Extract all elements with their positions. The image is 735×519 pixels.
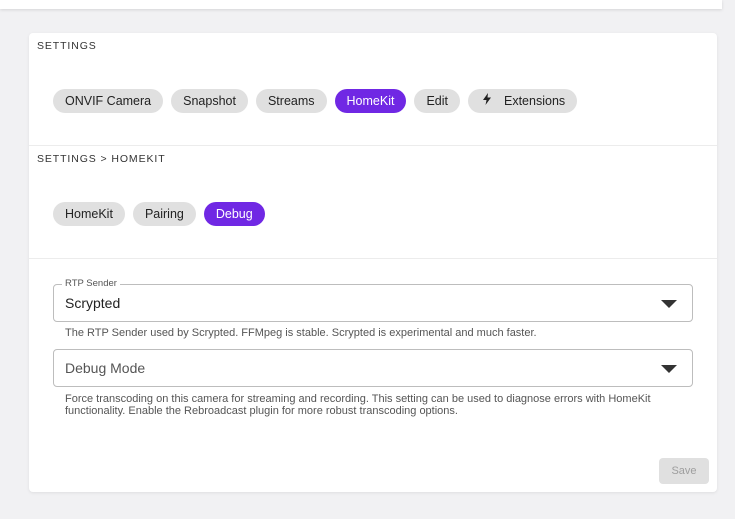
settings-card: SETTINGS ONVIF Camera Snapshot Streams H… [29,33,717,492]
top-app-bar [0,0,722,9]
tab-label: Snapshot [183,94,236,108]
tab-label: Edit [426,94,448,108]
rtp-sender-value: Scrypted [65,295,121,311]
rtp-sender-label: RTP Sender [62,278,120,289]
tab-homekit[interactable]: HomeKit [334,89,407,113]
debug-mode-help: Force transcoding on this camera for str… [65,393,651,417]
tab-label: ONVIF Camera [65,94,152,108]
settings-section-title: SETTINGS [37,40,97,52]
tab-label: Streams [267,94,315,108]
tab-label: HomeKit [346,94,395,108]
settings-tabs: ONVIF Camera Snapshot Streams HomeKit Ed… [53,89,578,113]
debug-mode-placeholder: Debug Mode [65,360,146,376]
subtab-pairing[interactable]: Pairing [132,202,196,226]
section-divider [29,258,717,259]
tab-snapshot[interactable]: Snapshot [171,89,248,113]
rtp-sender-select[interactable]: RTP Sender Scrypted [53,278,693,322]
subtab-homekit[interactable]: HomeKit [53,202,125,226]
dropdown-arrow-icon [661,300,677,308]
tab-edit[interactable]: Edit [414,89,460,113]
dropdown-arrow-icon [661,365,677,373]
tab-label: Extensions [504,94,566,108]
tab-streams[interactable]: Streams [255,89,327,113]
lightning-bolt-icon [482,89,492,113]
tab-label: HomeKit [65,207,113,221]
homekit-tabs: HomeKit Pairing Debug [53,202,265,226]
tab-onvif-camera[interactable]: ONVIF Camera [53,89,164,113]
debug-mode-select[interactable]: Debug Mode [53,349,693,387]
tab-label: Debug [215,207,253,221]
section-divider [29,145,717,146]
save-button[interactable]: Save [659,458,709,484]
rtp-sender-help: The RTP Sender used by Scrypted. FFMpeg … [65,327,537,339]
tab-label: Pairing [144,207,184,221]
subtab-debug[interactable]: Debug [203,202,265,226]
homekit-section-title: SETTINGS > HOMEKIT [37,153,166,165]
tab-extensions[interactable]: Extensions [468,89,578,113]
